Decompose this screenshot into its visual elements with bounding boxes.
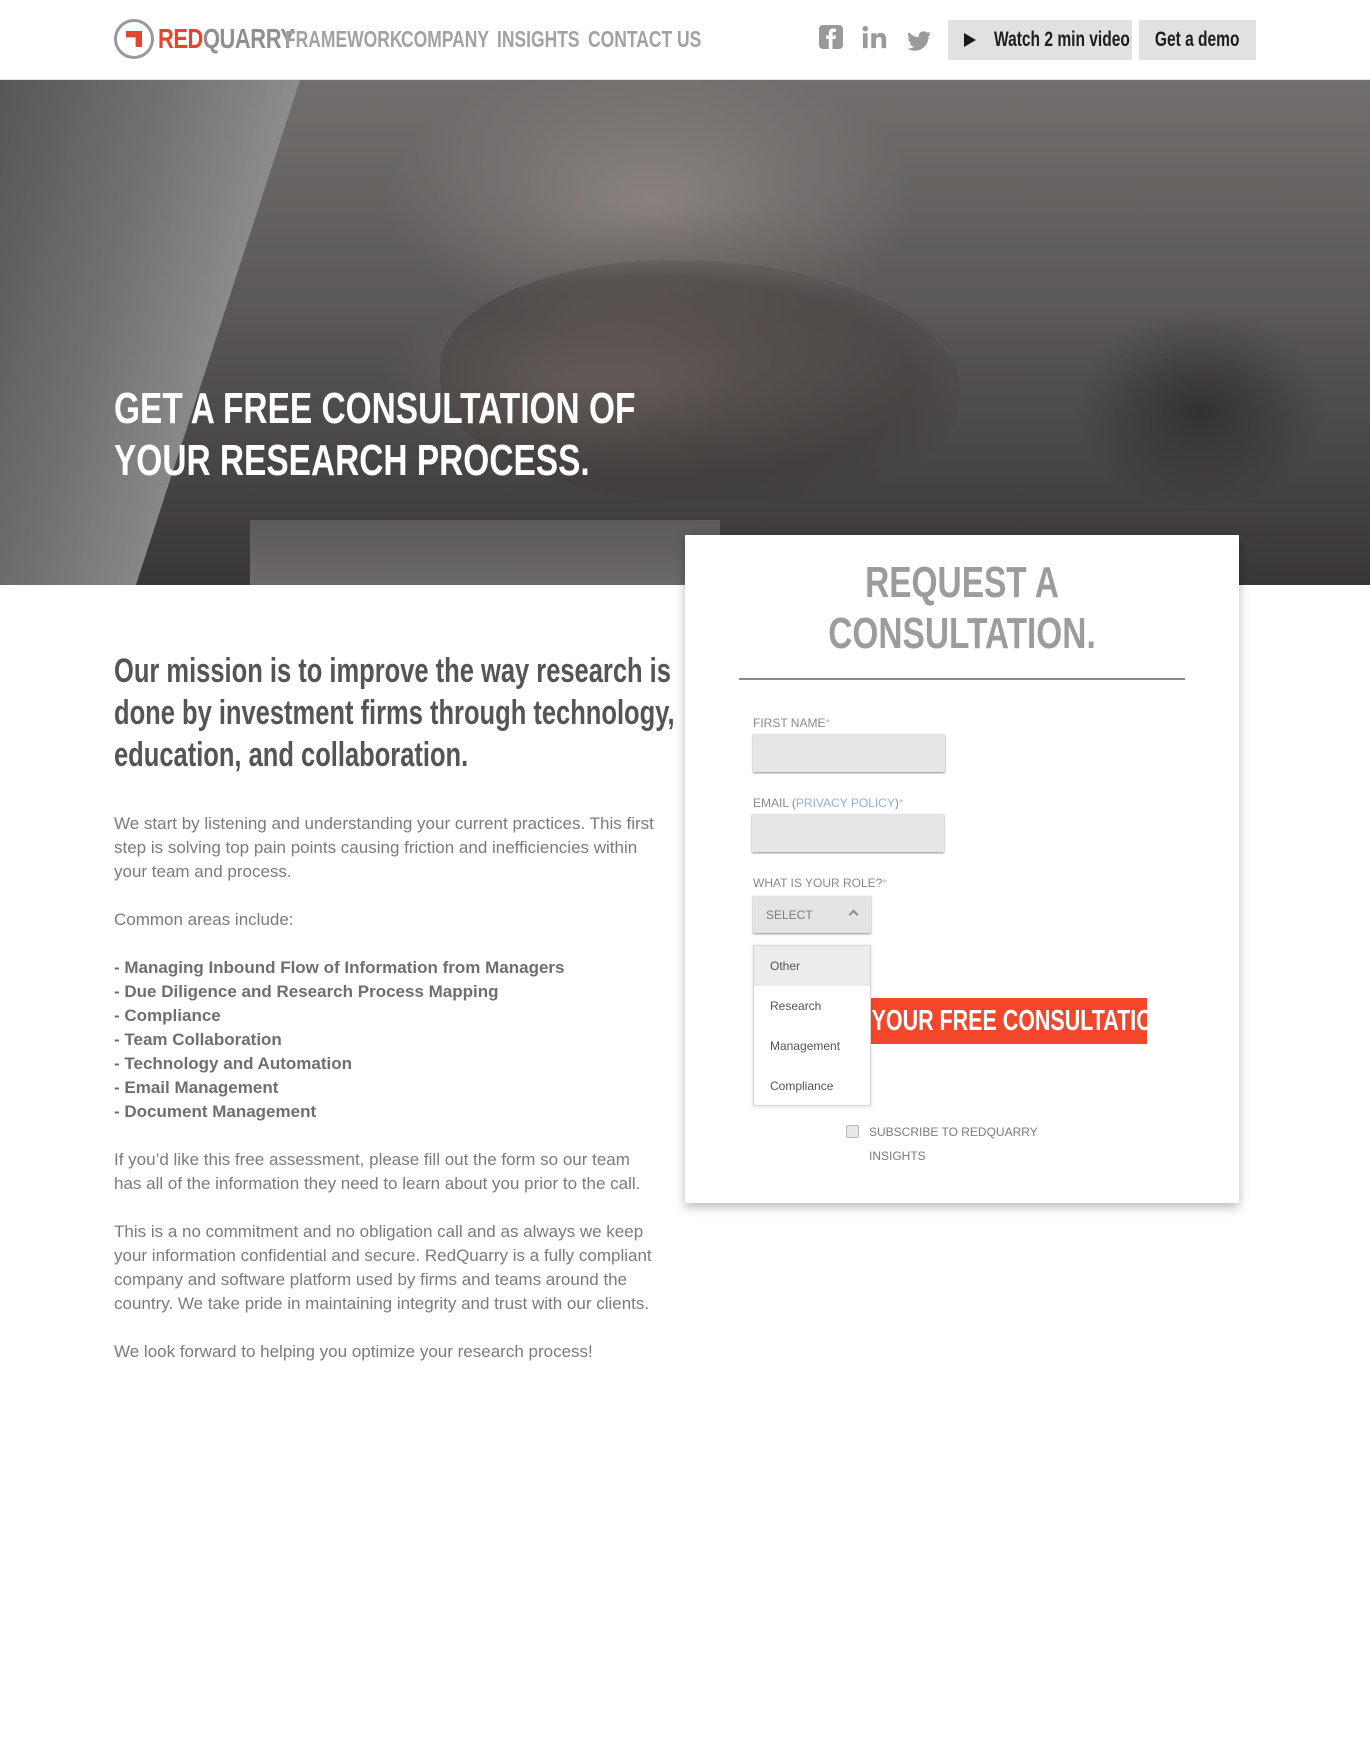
subscribe-option: SUBSCRIBE TO REDQUARRY INSIGHTS [846, 1120, 1039, 1168]
get-demo-button[interactable]: Get a demo [1139, 20, 1256, 60]
main-content: Our mission is to improve the way resear… [114, 650, 675, 1364]
get-demo-label: Get a demo [1155, 28, 1240, 51]
areas-list: - Managing Inbound Flow of Information f… [114, 956, 659, 1124]
logo-wordmark: REDQUARRY [158, 23, 295, 54]
privacy-policy-link[interactable]: PRIVACY POLICY [796, 796, 895, 810]
nav-insights[interactable]: INSIGHTS [497, 26, 580, 53]
subscribe-checkbox[interactable] [846, 1125, 859, 1138]
chevron-up-icon [848, 909, 859, 920]
commitment-paragraph: This is a no commitment and no obligatio… [114, 1222, 652, 1313]
intro-paragraph: We start by listening and understanding … [114, 814, 654, 881]
list-item: - Email Management [114, 1078, 279, 1097]
list-item: - Compliance [114, 1006, 221, 1025]
social-links [818, 24, 932, 51]
role-dropdown-menu: Other Research Management Compliance [753, 945, 871, 1106]
areas-heading: Common areas include: [114, 910, 294, 929]
subscribe-label: SUBSCRIBE TO REDQUARRY INSIGHTS [869, 1125, 1038, 1163]
list-item: - Team Collaboration [114, 1030, 282, 1049]
main-nav: FRAMEWORK COMPANY INSIGHTS CONTACT US [285, 26, 701, 53]
hero-overlay [0, 80, 1370, 585]
form-title: REQUEST A CONSULTATION. [828, 558, 1096, 658]
form-divider [739, 678, 1185, 680]
linkedin-icon[interactable] [862, 24, 888, 50]
watch-video-label: Watch 2 min video [994, 28, 1130, 51]
role-select-value: SELECT [766, 907, 813, 922]
assessment-paragraph: If you’d like this free assessment, plea… [114, 1150, 641, 1193]
list-item: - Due Diligence and Research Process Map… [114, 982, 499, 1001]
watch-video-button[interactable]: Watch 2 min video [948, 20, 1132, 60]
list-item: - Technology and Automation [114, 1054, 352, 1073]
redquarry-logo-icon [114, 19, 154, 59]
twitter-icon[interactable] [906, 24, 932, 51]
mission-statement: Our mission is to improve the way resear… [114, 652, 675, 774]
play-icon [964, 33, 976, 47]
closing-paragraph: We look forward to helping you optimize … [114, 1342, 593, 1361]
facebook-icon[interactable] [818, 24, 844, 50]
list-item: - Managing Inbound Flow of Information f… [114, 958, 565, 977]
role-option-other[interactable]: Other [754, 946, 870, 986]
role-option-research[interactable]: Research [754, 986, 870, 1026]
hero-title: GET A FREE CONSULTATION OF YOUR RESEARCH… [114, 384, 636, 485]
hero-banner: GET A FREE CONSULTATION OF YOUR RESEARCH… [0, 80, 1370, 585]
role-label: WHAT IS YOUR ROLE?* [753, 876, 888, 890]
nav-contact-us[interactable]: CONTACT US [588, 26, 701, 53]
role-select[interactable]: SELECT [753, 896, 871, 933]
site-header: REDQUARRY FRAMEWORK COMPANY INSIGHTS CON… [0, 0, 1370, 80]
email-label: EMAIL (PRIVACY POLICY)* [753, 796, 904, 810]
nav-framework[interactable]: FRAMEWORK [285, 26, 402, 53]
submit-consultation-button[interactable]: GET YOUR FREE CONSULTATION [843, 998, 1147, 1044]
email-field[interactable] [752, 814, 944, 852]
first-name-label: FIRST NAME* [753, 716, 831, 730]
role-option-management[interactable]: Management [754, 1026, 870, 1066]
role-option-compliance[interactable]: Compliance [754, 1066, 870, 1106]
consultation-form-card: REQUEST A CONSULTATION. FIRST NAME* EMAI… [685, 535, 1239, 1203]
nav-company[interactable]: COMPANY [401, 26, 489, 53]
first-name-field[interactable] [753, 734, 945, 772]
list-item: - Document Management [114, 1102, 317, 1121]
